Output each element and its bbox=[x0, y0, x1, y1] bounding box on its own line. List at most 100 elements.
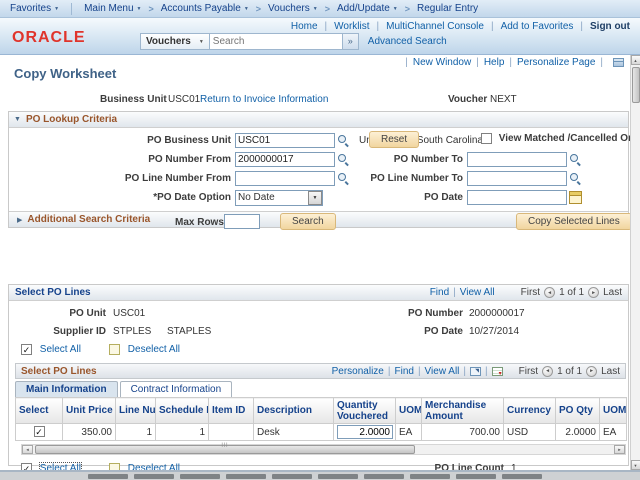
column-header-quantity-vouchered[interactable]: Quantity Vouchered bbox=[333, 397, 396, 424]
http-page-icon[interactable] bbox=[613, 58, 624, 67]
horizontal-scroll-thumb[interactable] bbox=[35, 445, 415, 454]
previous-page-icon[interactable]: ◄ bbox=[544, 287, 556, 298]
reset-button[interactable]: Reset bbox=[369, 131, 420, 148]
page-header: ORACLE Home | Worklist | MultiChannel Co… bbox=[0, 18, 640, 55]
column-header-currency[interactable]: Currency bbox=[503, 397, 556, 424]
row-po-qty: 2.0000 bbox=[555, 423, 600, 441]
breadcrumb-add-update[interactable]: Add/Update ▼ bbox=[337, 3, 398, 14]
row-item-id bbox=[208, 423, 254, 441]
add-to-favorites-link[interactable]: Add to Favorites bbox=[501, 21, 574, 32]
breadcrumb-accounts-payable[interactable]: Accounts Payable ▼ bbox=[161, 3, 249, 14]
sign-out-link[interactable]: Sign out bbox=[590, 21, 630, 32]
column-header-po-uom[interactable]: UOM bbox=[599, 397, 627, 424]
scroll-left-icon[interactable]: ◄ bbox=[22, 445, 33, 454]
po-date-field[interactable] bbox=[467, 190, 567, 205]
quantity-vouchered-field[interactable] bbox=[337, 425, 393, 439]
next-page-icon[interactable]: ► bbox=[588, 287, 600, 298]
previous-page-icon[interactable]: ◄ bbox=[542, 365, 554, 377]
vertical-scroll-thumb[interactable] bbox=[631, 67, 640, 103]
page-title: Copy Worksheet bbox=[14, 66, 117, 81]
select-all-checked-icon[interactable]: ✓ bbox=[21, 344, 32, 355]
multichannel-console-link[interactable]: MultiChannel Console bbox=[386, 21, 484, 32]
breadcrumb-favorites[interactable]: Favorites ▼ bbox=[10, 3, 59, 14]
deselect-all-link[interactable]: Deselect All bbox=[128, 344, 180, 355]
row-description: Desk bbox=[253, 423, 334, 441]
separator: | bbox=[476, 57, 479, 68]
taskbar-segment bbox=[318, 473, 358, 479]
po-date-group bbox=[467, 190, 582, 205]
tab-contract-information[interactable]: Contract Information bbox=[119, 381, 233, 397]
search-input[interactable] bbox=[208, 33, 343, 50]
column-header-uom[interactable]: UOM bbox=[395, 397, 422, 424]
lookup-magnifier-icon[interactable] bbox=[569, 153, 582, 166]
deselect-all-icon[interactable] bbox=[109, 344, 120, 355]
po-lookup-criteria-title[interactable]: PO Lookup Criteria bbox=[26, 114, 117, 125]
po-lookup-criteria-header[interactable]: ▼ PO Lookup Criteria bbox=[9, 112, 628, 128]
column-header-schedule-number[interactable]: Schedule Number bbox=[155, 397, 209, 424]
last-label: Last bbox=[601, 365, 620, 377]
view-all-link[interactable]: View All bbox=[460, 287, 495, 298]
column-header-po-qty[interactable]: PO Qty bbox=[555, 397, 600, 424]
advanced-search-link[interactable]: Advanced Search bbox=[368, 36, 447, 47]
find-link[interactable]: Find bbox=[394, 366, 413, 377]
vertical-scrollbar[interactable]: ▲ ▼ bbox=[630, 55, 640, 470]
row-currency: USD bbox=[503, 423, 556, 441]
breadcrumb-main-menu[interactable]: Main Menu ▼ bbox=[84, 3, 141, 14]
home-link[interactable]: Home bbox=[291, 21, 318, 32]
find-link[interactable]: Find bbox=[430, 287, 449, 298]
help-link[interactable]: Help bbox=[484, 57, 505, 68]
section-pagination: Find | View All First ◄ 1 of 1 ► Last bbox=[430, 287, 622, 298]
search-scope-dropdown[interactable]: Vouchers ▼ bbox=[140, 33, 209, 50]
select-all-link[interactable]: Select All bbox=[40, 344, 81, 355]
select-all-row: ✓ Select All Deselect All bbox=[9, 344, 628, 359]
column-header-line-number[interactable]: Line Number bbox=[115, 397, 156, 424]
breadcrumb-regular-entry[interactable]: Regular Entry bbox=[417, 3, 478, 14]
po-line-number-from-field[interactable] bbox=[235, 171, 335, 186]
scroll-right-icon[interactable]: ► bbox=[614, 445, 625, 454]
download-to-excel-icon[interactable]: ▾ bbox=[491, 366, 503, 377]
po-number-from-field[interactable] bbox=[235, 152, 335, 167]
po-business-unit-field[interactable] bbox=[235, 133, 335, 148]
search-button[interactable]: Search bbox=[280, 213, 336, 230]
return-to-invoice-link[interactable]: Return to Invoice Information bbox=[200, 94, 328, 105]
breadcrumb-label: Favorites bbox=[10, 3, 52, 14]
lookup-magnifier-icon[interactable] bbox=[337, 134, 350, 147]
scroll-up-icon[interactable]: ▲ bbox=[630, 55, 640, 65]
tab-main-information[interactable]: Main Information bbox=[15, 381, 118, 397]
po-lines-table: Select Unit Price Line Number Schedule N… bbox=[15, 397, 627, 441]
po-lines-grid-header: Select PO Lines Personalize | Find | Vie… bbox=[15, 363, 626, 379]
copy-selected-lines-button[interactable]: Copy Selected Lines bbox=[516, 213, 632, 230]
calendar-icon[interactable] bbox=[569, 191, 582, 204]
view-matched-label: View Matched /Cancelled Only bbox=[498, 133, 640, 145]
po-date-option-select[interactable]: No Date ▼ bbox=[235, 189, 323, 206]
view-all-link[interactable]: View All bbox=[425, 366, 460, 377]
next-page-icon[interactable]: ► bbox=[586, 365, 598, 377]
collapse-triangle-icon[interactable]: ▼ bbox=[14, 116, 21, 123]
max-rows-field[interactable] bbox=[224, 214, 260, 229]
column-header-item-id[interactable]: Item ID bbox=[208, 397, 254, 424]
select-po-lines-section-title: Select PO Lines bbox=[15, 287, 91, 298]
breadcrumb-vouchers[interactable]: Vouchers ▼ bbox=[268, 3, 318, 14]
lookup-magnifier-icon[interactable] bbox=[569, 172, 582, 185]
po-line-number-to-field[interactable] bbox=[467, 171, 567, 186]
row-select-checkbox[interactable]: ✓ bbox=[33, 426, 45, 438]
taskbar-segment bbox=[364, 473, 404, 479]
po-line-number-to-group bbox=[467, 171, 582, 186]
grid-horizontal-scrollbar[interactable]: ◄ ► bbox=[21, 444, 626, 455]
personalize-link[interactable]: Personalize bbox=[332, 366, 384, 377]
scroll-down-icon[interactable]: ▼ bbox=[630, 460, 640, 470]
po-number-to-field[interactable] bbox=[467, 152, 567, 167]
column-header-select[interactable]: Select bbox=[15, 397, 63, 424]
breadcrumb-label: Add/Update bbox=[336, 3, 390, 14]
search-go-button[interactable]: » bbox=[342, 33, 359, 50]
worklist-link[interactable]: Worklist bbox=[334, 21, 369, 32]
personalize-page-link[interactable]: Personalize Page bbox=[517, 57, 595, 68]
column-header-unit-price[interactable]: Unit Price bbox=[62, 397, 116, 424]
view-matched-checkbox[interactable] bbox=[481, 133, 492, 144]
po-date-label: PO Date bbox=[424, 192, 463, 203]
new-window-link[interactable]: New Window bbox=[413, 57, 471, 68]
column-header-merchandise-amount[interactable]: Merchandise Amount bbox=[421, 397, 504, 424]
dropdown-arrow-icon[interactable]: ▼ bbox=[308, 190, 322, 205]
zoom-grid-icon[interactable]: ◥ bbox=[470, 366, 481, 376]
column-header-description[interactable]: Description bbox=[253, 397, 334, 424]
